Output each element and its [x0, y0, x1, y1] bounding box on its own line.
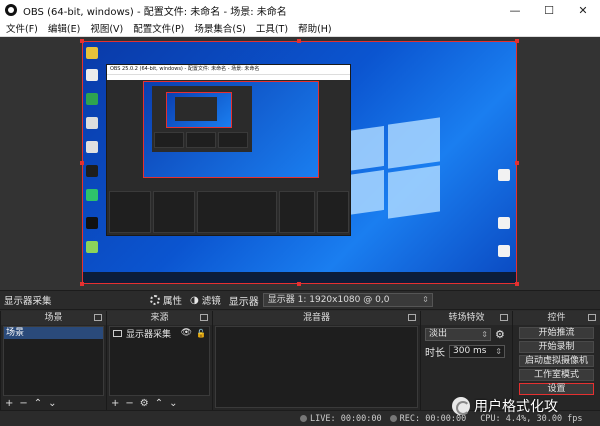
mixer-dock-header: 混音器 [213, 311, 420, 325]
watermark-logo-icon [452, 397, 470, 415]
gear-icon [150, 295, 160, 305]
resize-handle[interactable] [515, 161, 519, 165]
source-item-label: 显示器采集 [126, 329, 172, 340]
scenes-toolbar: + − ⌃ ⌄ [1, 396, 106, 410]
resize-handle[interactable] [297, 282, 301, 286]
filter-icon: ◑ [190, 294, 199, 306]
resize-handle[interactable] [80, 39, 84, 43]
menu-bar: 文件(F) 编辑(E) 视图(V) 配置文件(P) 场景集合(S) 工具(T) … [0, 20, 600, 37]
close-button[interactable]: ✕ [566, 0, 600, 20]
add-icon[interactable]: + [5, 398, 13, 409]
move-up-icon[interactable]: ⌃ [155, 398, 163, 409]
maximize-button[interactable]: ☐ [532, 0, 566, 20]
source-toolbar: 显示器采集 属性 ◑ 滤镜 显示器 显示器 1: 1920x1080 @ 0,0 [0, 290, 600, 310]
menu-edit[interactable]: 编辑(E) [48, 21, 80, 35]
start-streaming-button[interactable]: 开始推流 [519, 327, 594, 339]
controls-dock-header: 控件 [513, 311, 600, 325]
undock-icon[interactable] [500, 314, 508, 321]
mixer-area [215, 326, 418, 408]
resize-handle[interactable] [515, 39, 519, 43]
sources-dock-header: 来源 [107, 311, 212, 325]
filters-label: 滤镜 [201, 296, 221, 307]
gear-icon[interactable]: ⚙ [140, 398, 149, 409]
settings-button[interactable]: 设置 [519, 383, 594, 395]
scenes-list[interactable]: 场景 [3, 326, 104, 396]
live-time: LIVE: 00:00:00 [310, 413, 382, 424]
start-virtual-camera-button[interactable]: 启动虚拟摄像机 [519, 355, 594, 367]
obs-logo-icon [5, 4, 17, 16]
studio-mode-button[interactable]: 工作室模式 [519, 369, 594, 381]
mixer-dock: 混音器 [212, 311, 420, 410]
sources-toolbar: + − ⚙ ⌃ ⌄ [107, 396, 212, 410]
scenes-dock-title: 场景 [44, 313, 63, 323]
menu-profile[interactable]: 配置文件(P) [133, 21, 184, 35]
scenes-dock-header: 场景 [1, 311, 106, 325]
transitions-dock-title: 转场特效 [448, 313, 485, 323]
remove-icon[interactable]: − [125, 398, 133, 409]
remove-icon[interactable]: − [19, 398, 27, 409]
sources-dock-title: 来源 [150, 313, 169, 323]
source-item[interactable]: 显示器采集 👁 🔓 [110, 327, 209, 340]
undock-icon[interactable] [94, 314, 102, 321]
menu-scene-collection[interactable]: 场景集合(S) [194, 21, 245, 35]
move-up-icon[interactable]: ⌃ [34, 398, 42, 409]
resize-handle[interactable] [80, 161, 84, 165]
transition-settings-icon[interactable]: ⚙ [495, 328, 505, 341]
minimize-button[interactable]: — [498, 0, 532, 20]
selection-frame[interactable] [82, 41, 517, 284]
undock-icon[interactable] [588, 314, 596, 321]
scenes-dock: 场景 场景 + − ⌃ ⌄ [0, 311, 106, 410]
filters-button[interactable]: ◑ 滤镜 [190, 293, 221, 308]
window-title: OBS (64-bit, windows) - 配置文件: 未命名 - 场景: … [23, 6, 287, 18]
monitor-icon [113, 329, 122, 337]
mixer-dock-title: 混音器 [302, 313, 330, 323]
menu-file[interactable]: 文件(F) [6, 21, 38, 35]
resize-handle[interactable] [80, 282, 84, 286]
duration-input[interactable]: 300 ms [449, 345, 505, 358]
transition-select[interactable]: 淡出 [425, 328, 491, 341]
duration-row: 时长 300 ms [421, 344, 512, 362]
display-select[interactable]: 显示器 1: 1920x1080 @ 0,0 [262, 293, 433, 307]
add-icon[interactable]: + [111, 398, 119, 409]
display-label: 显示器 [228, 296, 259, 308]
resize-handle[interactable] [297, 39, 301, 43]
transition-row: 淡出 ⚙ [421, 325, 512, 344]
watermark: 用户格式化攻 [452, 396, 558, 416]
undock-icon[interactable] [200, 314, 208, 321]
properties-button[interactable]: 属性 [150, 293, 182, 307]
eye-icon[interactable]: 👁 [181, 328, 192, 338]
move-down-icon[interactable]: ⌄ [48, 398, 56, 409]
live-indicator-icon [300, 415, 307, 422]
rec-indicator-icon [389, 415, 397, 422]
resize-handle[interactable] [515, 282, 519, 286]
menu-view[interactable]: 视图(V) [90, 21, 123, 35]
transitions-dock-header: 转场特效 [421, 311, 512, 325]
move-down-icon[interactable]: ⌄ [169, 398, 177, 409]
scene-item[interactable]: 场景 [4, 327, 103, 339]
duration-label: 时长 [425, 348, 445, 359]
preview-area[interactable]: OBS 25.0.2 (64-bit, windows) - 配置文件: 未命名… [0, 37, 600, 290]
watermark-text: 用户格式化攻 [474, 399, 558, 415]
controls-dock-title: 控件 [547, 313, 566, 323]
menu-tools[interactable]: 工具(T) [256, 21, 288, 35]
properties-label: 属性 [163, 296, 183, 307]
title-bar: OBS (64-bit, windows) - 配置文件: 未命名 - 场景: … [0, 0, 600, 20]
selected-source-name: 显示器采集 [4, 296, 52, 307]
sources-dock: 来源 显示器采集 👁 🔓 + − ⚙ ⌃ ⌄ [106, 311, 212, 410]
menu-help[interactable]: 帮助(H) [298, 21, 332, 35]
undock-icon[interactable] [408, 314, 416, 321]
sources-list[interactable]: 显示器采集 👁 🔓 [109, 326, 210, 396]
lock-icon[interactable]: 🔓 [196, 329, 206, 338]
start-recording-button[interactable]: 开始录制 [519, 341, 594, 353]
